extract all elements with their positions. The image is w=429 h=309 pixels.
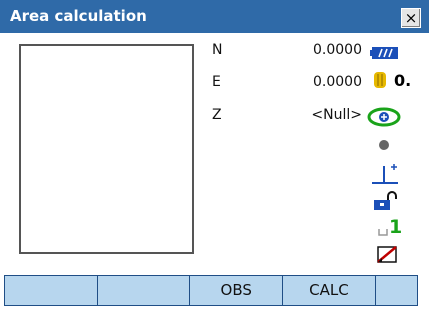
area-calculation-window: Area calculation × N 0.0000 E 0.0000 Z <… xyxy=(0,0,429,309)
field-label-e: E xyxy=(212,74,221,90)
field-row-n: N 0.0000 xyxy=(212,42,362,67)
field-value-e: 0.0000 xyxy=(313,74,362,90)
softkey-calc[interactable]: CALC xyxy=(283,276,376,305)
field-value-z: <Null> xyxy=(311,107,362,123)
softkey-bar: OBS CALC xyxy=(4,275,418,306)
circle-icon xyxy=(379,140,389,150)
field-row-z: Z <Null> xyxy=(212,107,362,132)
tilt-icon xyxy=(372,164,398,184)
field-row-e: E 0.0000 xyxy=(212,74,362,99)
coordinate-fields: N 0.0000 E 0.0000 Z <Null> xyxy=(212,42,362,132)
softkey-1[interactable] xyxy=(5,276,98,305)
lock-icon xyxy=(374,191,397,210)
status-icon-column: 0. 1 xyxy=(366,40,426,272)
field-label-n: N xyxy=(212,42,223,58)
prism-constant-text: 0. xyxy=(394,71,412,90)
softkey-obs[interactable]: OBS xyxy=(190,276,284,305)
page-indicator-text: 1 xyxy=(389,216,403,238)
battery-icon xyxy=(370,47,398,59)
target-icon xyxy=(367,107,401,127)
window-title: Area calculation xyxy=(10,7,147,25)
field-value-n: 0.0000 xyxy=(313,42,362,58)
page-bracket-icon xyxy=(378,229,388,236)
prism-icon xyxy=(374,72,386,88)
edit-icon xyxy=(377,246,397,263)
area-preview-box xyxy=(19,44,194,254)
close-button[interactable]: × xyxy=(401,8,421,28)
title-bar: Area calculation × xyxy=(0,0,429,35)
softkey-2[interactable] xyxy=(98,276,191,305)
field-label-z: Z xyxy=(212,107,222,123)
softkey-5[interactable] xyxy=(376,276,417,305)
